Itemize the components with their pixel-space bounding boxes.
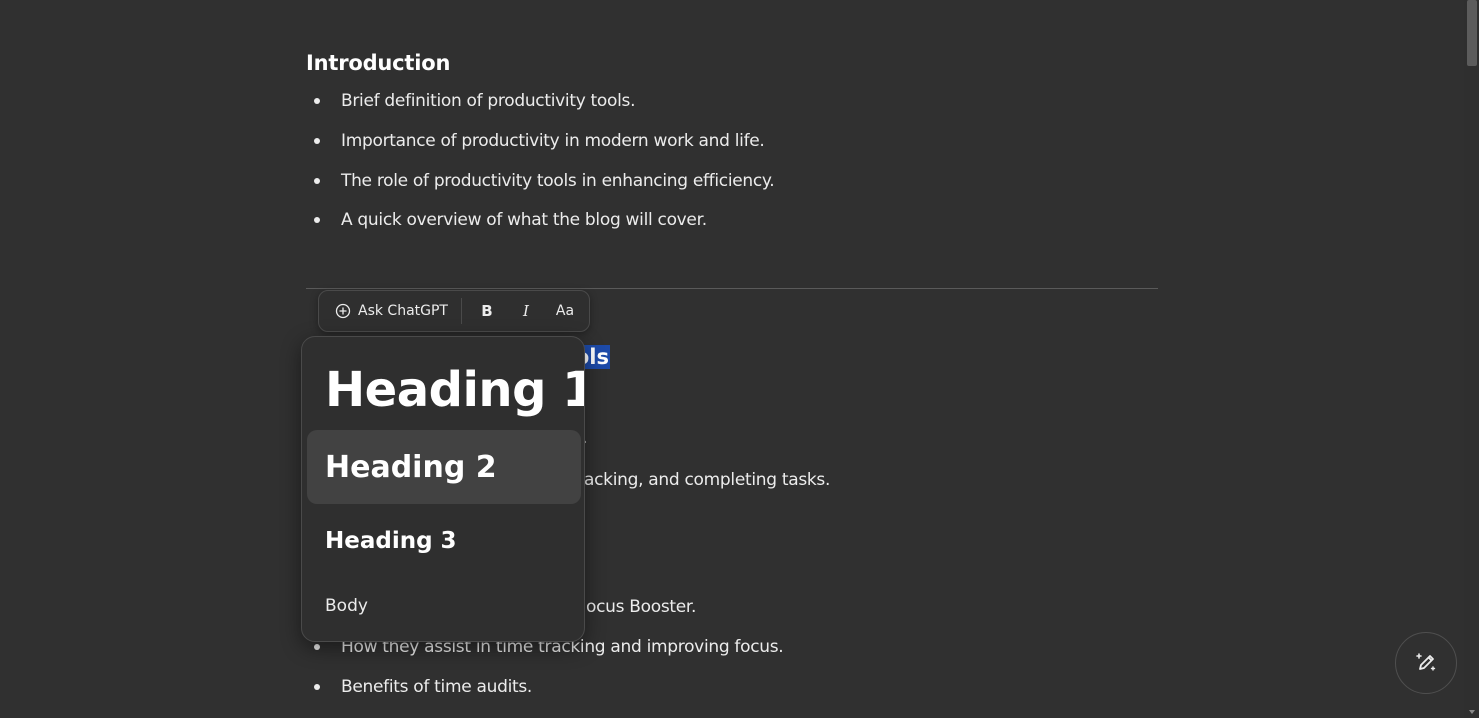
- partial-text-line: ocus Booster.: [586, 597, 697, 617]
- bullet-dot: [314, 178, 320, 184]
- ask-chatgpt-label: Ask ChatGPT: [358, 303, 448, 319]
- menu-item-heading-2[interactable]: Heading 2: [307, 430, 581, 504]
- edit-suggestions-button[interactable]: [1395, 632, 1457, 694]
- list-item-text: A quick overview of what the blog will c…: [341, 210, 707, 230]
- plus-circle-icon: [335, 303, 351, 319]
- scroll-down-arrow-icon[interactable]: [1469, 710, 1475, 714]
- toolbar-divider: [461, 298, 462, 324]
- menu-item-body[interactable]: Body: [307, 577, 581, 635]
- scrollbar-thumb[interactable]: [1467, 0, 1477, 66]
- text-style-menu: Heading 1 Heading 2 Heading 3 Body: [301, 336, 585, 642]
- bullet-dot: [314, 217, 320, 223]
- menu-item-heading-3[interactable]: Heading 3: [307, 505, 581, 577]
- list-item-text: Brief definition of productivity tools.: [341, 91, 636, 111]
- bullet-dot: [314, 644, 320, 650]
- text-style-button[interactable]: Aa: [550, 297, 580, 325]
- format-toolbar: Ask ChatGPT B I Aa: [318, 290, 590, 332]
- section-heading-introduction[interactable]: Introduction: [306, 50, 450, 76]
- ask-chatgpt-button[interactable]: Ask ChatGPT: [329, 297, 454, 325]
- italic-button[interactable]: I: [511, 297, 541, 325]
- bullet-dot: [314, 684, 320, 690]
- scrollbar[interactable]: [1464, 0, 1479, 718]
- menu-item-heading-1[interactable]: Heading 1: [307, 351, 584, 429]
- bullet-dot: [314, 98, 320, 104]
- edit-sparkle-icon: [1413, 650, 1439, 676]
- bullet-dot: [314, 138, 320, 144]
- bold-button[interactable]: B: [472, 297, 502, 325]
- canvas-editor: Introduction Brief definition of product…: [0, 0, 1479, 718]
- section-divider: [306, 288, 1158, 289]
- list-item-text: Benefits of time audits.: [341, 677, 533, 697]
- partial-text-line: acking, and completing tasks.: [584, 470, 831, 490]
- list-item-text: Importance of productivity in modern wor…: [341, 131, 765, 151]
- list-item-text: The role of productivity tools in enhanc…: [341, 171, 775, 191]
